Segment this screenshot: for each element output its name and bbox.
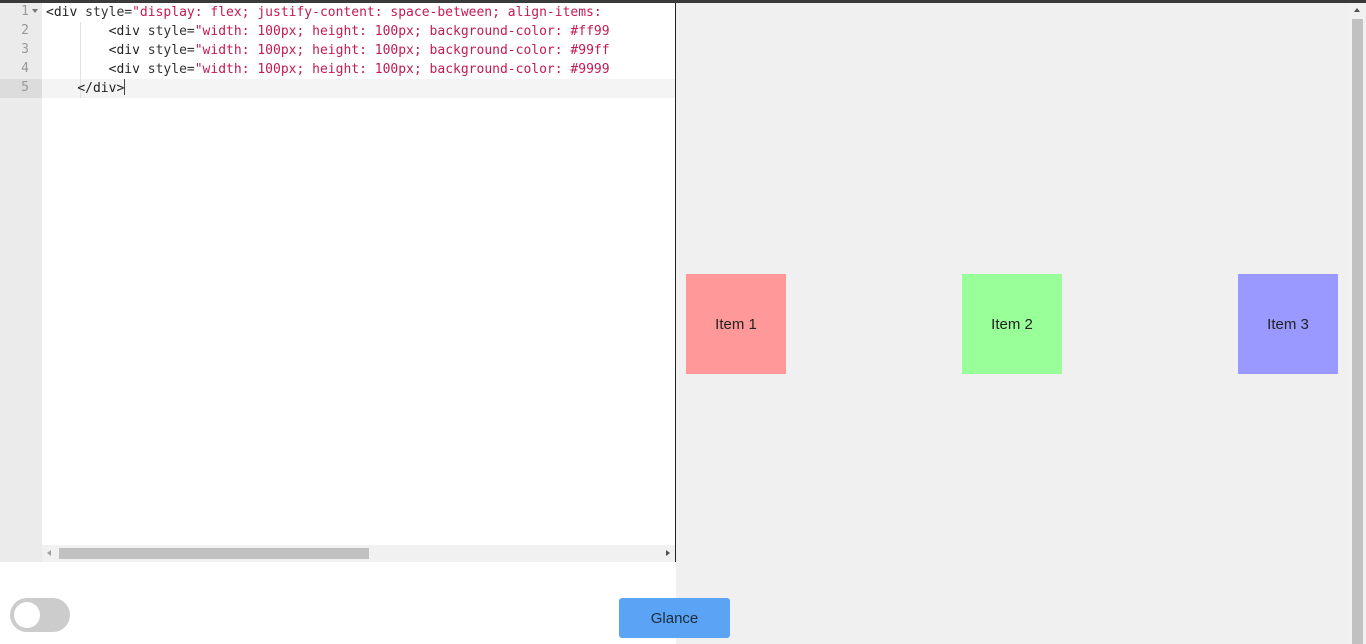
line-number-gutter: 1 2 3 4 5	[0, 3, 42, 562]
scroll-right-arrow-icon[interactable]	[666, 550, 670, 556]
preview-item-label: Item 1	[715, 315, 757, 333]
line-number-5: 5	[0, 79, 42, 98]
code-editor[interactable]: 1 2 3 4 5 <div style="display: flex; jus…	[0, 3, 675, 562]
code-line[interactable]: <div style="display: flex; justify-conte…	[46, 3, 602, 22]
preview-item-1: Item 1	[686, 274, 786, 374]
scroll-left-arrow-icon[interactable]	[47, 550, 51, 556]
code-line[interactable]: <div style="width: 100px; height: 100px;…	[46, 60, 610, 79]
code-line[interactable]: <div style="width: 100px; height: 100px;…	[46, 41, 610, 60]
toggle-knob	[14, 602, 40, 628]
preview-pane: Item 1 Item 2 Item 3	[676, 3, 1349, 644]
line-number-1: 1	[0, 3, 42, 22]
glance-button[interactable]: Glance	[619, 598, 730, 638]
vertical-scrollbar[interactable]	[1349, 3, 1366, 644]
fold-arrow-icon[interactable]	[32, 9, 38, 13]
line-number-3: 3	[21, 42, 29, 57]
code-text-area[interactable]: <div style="display: flex; justify-conte…	[42, 3, 675, 545]
preview-item-label: Item 3	[1267, 315, 1309, 333]
vertical-scroll-track[interactable]	[1352, 565, 1363, 644]
preview-item-label: Item 2	[991, 315, 1033, 333]
text-cursor	[124, 79, 126, 95]
toggle-switch[interactable]	[10, 598, 70, 632]
bottom-toolbar: Glance	[0, 562, 730, 644]
preview-item-2: Item 2	[962, 274, 1062, 374]
active-line-highlight	[42, 79, 675, 98]
code-line[interactable]: </div>	[46, 79, 126, 98]
line-number-4: 4	[21, 61, 29, 76]
horizontal-scrollbar[interactable]	[42, 545, 675, 562]
scroll-up-arrow-icon[interactable]	[1354, 8, 1360, 12]
code-line[interactable]: <div style="width: 100px; height: 100px;…	[46, 22, 610, 41]
preview-item-3: Item 3	[1238, 274, 1338, 374]
line-number-2: 2	[21, 23, 29, 38]
horizontal-scroll-thumb[interactable]	[59, 548, 369, 559]
vertical-scroll-thumb[interactable]	[1352, 19, 1363, 565]
